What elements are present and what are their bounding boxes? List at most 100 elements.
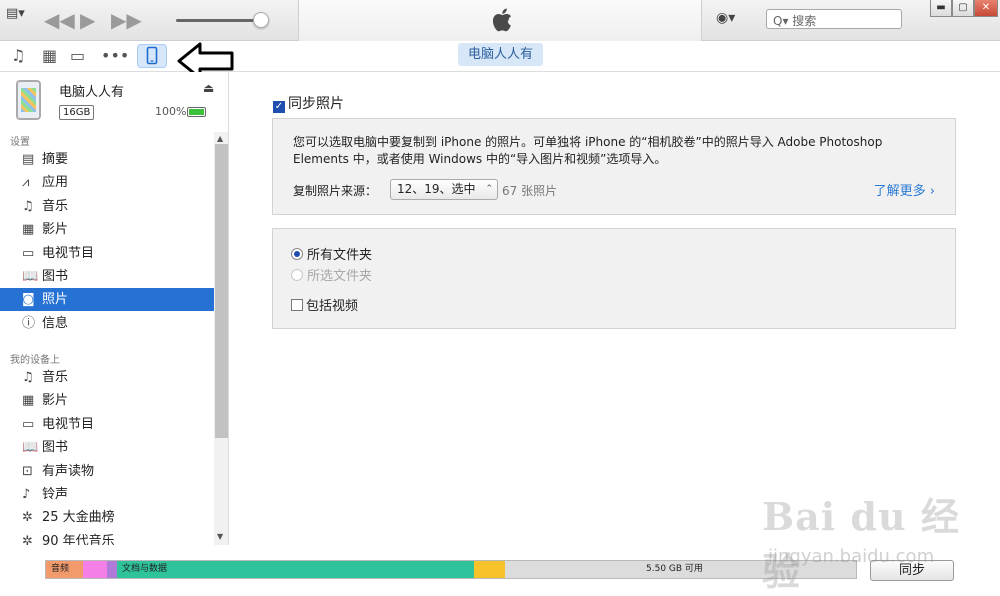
sidebar-device-item[interactable]: ⊡ 有声读物: [0, 460, 214, 483]
tv-icon: ▭: [22, 245, 35, 261]
rewind-icon[interactable]: ◀◀: [44, 8, 75, 32]
tv-icon[interactable]: ▭: [70, 46, 85, 65]
include-videos-label: 包括视频: [306, 299, 359, 314]
photo-sync-description: 您可以选取电脑中要复制到 iPhone 的照片。可单独将 iPhone 的“相机…: [293, 135, 883, 166]
storage-apps: [107, 561, 117, 578]
storage-photos: [83, 561, 107, 578]
sidebar-settings-item-label: 电视节目: [42, 245, 95, 261]
apps-icon: ⩘: [22, 175, 30, 191]
film-icon: ▦: [22, 222, 35, 238]
maximize-button[interactable]: ▢: [952, 0, 974, 17]
sidebar-device-item-label: 90 年代音乐: [42, 533, 115, 545]
gear-icon: ✲: [22, 510, 33, 526]
sidebar-device-item-label: 有声读物: [42, 463, 95, 479]
close-button[interactable]: ✕: [974, 0, 998, 17]
eject-icon[interactable]: ⏏: [203, 81, 214, 95]
sidebar-settings-item[interactable]: ⓘ 信息: [0, 312, 214, 335]
include-videos-checkbox[interactable]: 包括视频: [291, 295, 358, 314]
sidebar-device-item[interactable]: 📖 图书: [0, 436, 214, 459]
all-folders-radio[interactable]: 所有文件夹: [291, 244, 372, 263]
sync-photos-checkbox[interactable]: ✓ 同步照片: [273, 93, 344, 113]
sidebar-device-item-label: 影片: [42, 393, 69, 409]
sidebar-settings-item[interactable]: ▭ 电视节目: [0, 242, 214, 265]
sidebar-settings-item-label: 摘要: [42, 152, 69, 167]
sidebar-settings-item[interactable]: 📖 图书: [0, 265, 214, 288]
storage-bar: 音频 文档与数据 5.50 GB 可用: [45, 560, 857, 579]
more-icon[interactable]: •••: [101, 46, 129, 65]
sidebar-settings-item-label: 照片: [42, 292, 69, 308]
battery-percent: 100%: [155, 105, 187, 118]
search-icon: Q▾: [773, 14, 789, 28]
source-label: 复制照片来源：: [293, 184, 378, 198]
radio-selected-icon[interactable]: [291, 248, 303, 260]
selected-folders-label: 所选文件夹: [307, 269, 373, 284]
search-input[interactable]: Q▾ 搜索: [766, 9, 902, 29]
folder-options-panel: 所有文件夹 所选文件夹 包括视频: [272, 228, 956, 329]
device-name-tab[interactable]: 电脑人人有: [458, 43, 544, 66]
sidebar-device-item[interactable]: ♪ 铃声: [0, 483, 214, 506]
fast-forward-icon[interactable]: ▶▶: [111, 8, 142, 32]
apple-logo-icon: [492, 8, 511, 32]
storage-audio: 音频: [46, 561, 83, 578]
select-chevron-icon: ⌃: [485, 184, 493, 194]
media-toolbar: ♫ ▦ ▭ ••• 电脑人人有: [0, 41, 1000, 80]
radio-disabled-icon: [291, 269, 303, 281]
sidebar-settings-item[interactable]: ♫ 音乐: [0, 195, 214, 218]
device-name: 电脑人人有: [59, 85, 125, 100]
search-placeholder: 搜索: [792, 14, 817, 28]
sidebar-settings-item[interactable]: ▤ 摘要: [0, 148, 214, 171]
sidebar-device-item[interactable]: ♫ 音乐: [0, 366, 214, 389]
scroll-up-arrow-icon[interactable]: ▲: [217, 134, 223, 143]
play-icon[interactable]: ▶: [80, 8, 95, 32]
bell-icon: ♪: [22, 487, 31, 502]
checkbox-unchecked-icon[interactable]: [291, 299, 303, 311]
capacity-badge: 16GB: [59, 105, 95, 120]
scroll-down-arrow-icon[interactable]: ▼: [217, 532, 223, 541]
photo-source-select[interactable]: 12、19、选中 ⌃: [390, 179, 498, 200]
info-icon: ⓘ: [22, 315, 36, 331]
sidebar-scroll-thumb[interactable]: [215, 144, 228, 438]
baidu-watermark: Bai du 经验 jingyan.baidu.com: [762, 486, 962, 594]
sidebar-device-item[interactable]: ▭ 电视节目: [0, 413, 214, 436]
title-bar: ▤▾ ◀◀ ▶ ▶▶ ◉▾ Q▾ 搜索 ▬ ▢ ✕: [0, 0, 1000, 41]
status-display: [298, 0, 702, 41]
device-button[interactable]: [137, 44, 167, 68]
sidebar-settings-item-label: 信息: [42, 315, 69, 331]
volume-knob[interactable]: [253, 12, 269, 28]
device-thumbnail: [16, 80, 41, 120]
book-icon: 📖: [22, 269, 39, 284]
sidebar-device-item-label: 音乐: [42, 370, 69, 385]
sidebar-settings-item[interactable]: ▦ 影片: [0, 218, 214, 241]
watermark-logo: Bai du 经验: [762, 494, 960, 594]
app-menu-button[interactable]: ▤▾: [6, 6, 25, 21]
sidebar: 电脑人人有 ⏏ 16GB 100% 设置 ▤ 摘要 ⩘ 应用 ♫ 音乐 ▦ 影片 ▭ 电视节目 📖 图…: [0, 72, 229, 545]
tv-icon: ▭: [22, 416, 35, 432]
book-icon: 📖: [22, 440, 39, 456]
music-icon[interactable]: ♫: [11, 46, 25, 65]
sync-photos-label: 同步照片: [288, 96, 344, 112]
sidebar-settings-item-label: 影片: [42, 222, 69, 238]
film-icon[interactable]: ▦: [42, 46, 57, 65]
docs-label: 文档与数据: [122, 564, 168, 574]
sidebar-settings-item[interactable]: ⩘ 应用: [0, 171, 214, 194]
iphone-icon: [146, 46, 158, 65]
sidebar-settings-item-label: 音乐: [42, 198, 69, 214]
sidebar-device-item[interactable]: ✲ 25 大金曲榜: [0, 506, 214, 529]
checkbox-checked-icon[interactable]: ✓: [273, 101, 285, 113]
minimize-button[interactable]: ▬: [930, 0, 952, 17]
sidebar-settings-item-label: 应用: [42, 175, 69, 191]
sidebar-settings-item[interactable]: ◙ 照片: [0, 288, 214, 312]
selected-folders-radio: 所选文件夹: [291, 265, 372, 284]
sidebar-device-item[interactable]: ✲ 90 年代音乐: [0, 530, 214, 545]
device-heading: 我的设备上: [10, 355, 60, 366]
account-icon[interactable]: ◉▾: [716, 10, 735, 26]
free-space-label: 5.50 GB 可用: [646, 564, 703, 574]
sidebar-device-item-label: 图书: [42, 440, 69, 456]
gear-icon: ✲: [22, 533, 33, 545]
source-value: 12、19、选中: [397, 182, 476, 196]
learn-more-link[interactable]: 了解更多 ›: [874, 180, 935, 199]
sidebar-device-item[interactable]: ▦ 影片: [0, 389, 214, 412]
storage-docs: 文档与数据: [117, 561, 474, 578]
volume-slider[interactable]: [176, 19, 262, 22]
sidebar-device-item-label: 电视节目: [42, 416, 95, 432]
